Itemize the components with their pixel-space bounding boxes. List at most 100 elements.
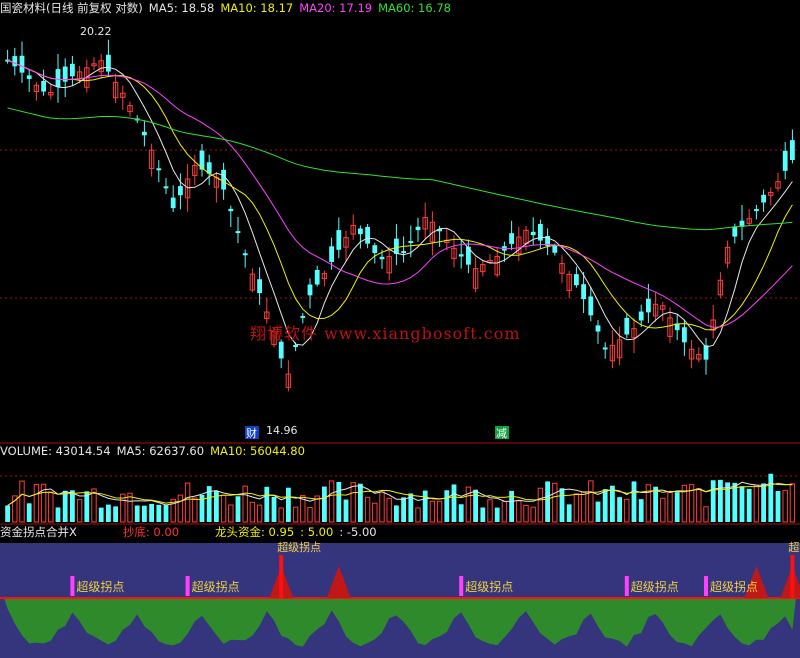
volume-bar-up — [184, 482, 191, 523]
candle-body-down — [588, 296, 594, 316]
candle-body-down — [55, 69, 61, 88]
candle-body-down — [458, 254, 464, 257]
top-signal-spike — [790, 555, 795, 598]
candle-body-down — [761, 194, 766, 203]
volume-bar-up — [76, 499, 83, 523]
volume-bar-down — [343, 499, 349, 522]
volume-bar-up — [48, 491, 54, 523]
low-mark-text: 财 — [246, 426, 257, 440]
ma5-line — [7, 59, 793, 348]
volume-bar-up — [667, 491, 673, 523]
volume-bar-down — [768, 473, 774, 522]
ma10-line — [7, 59, 793, 331]
volume-bar-up — [91, 488, 97, 523]
signal-label: 超级拐点 — [710, 579, 758, 594]
candle-body-down — [329, 246, 334, 262]
volume-bar-up — [516, 500, 522, 523]
candle-body-down — [257, 279, 262, 294]
candle-body-down — [365, 226, 370, 244]
mid-mark-text: 减 — [496, 427, 507, 440]
volume-bar-up — [249, 501, 256, 523]
candle-body-down — [415, 226, 421, 231]
volume-bar-down — [70, 490, 75, 522]
candle-body-down — [530, 231, 536, 236]
volume-bar-up — [501, 501, 508, 523]
volume-bar-up — [328, 480, 335, 523]
volume-bar-up — [523, 504, 529, 523]
candle-body-down — [581, 284, 586, 300]
candle-body-down — [372, 245, 378, 254]
signal-bar — [704, 576, 708, 596]
candle-body-down — [300, 315, 306, 318]
volume-bar-down — [156, 504, 162, 522]
candle-body-down — [142, 131, 147, 136]
candle-body-down — [307, 284, 313, 296]
moving-averages — [7, 59, 793, 348]
volume-bar-up — [242, 485, 248, 523]
volume-bar-down — [761, 483, 766, 522]
volume-bar-down — [718, 479, 723, 522]
candle-body-down — [70, 63, 75, 77]
candle-body-down — [732, 226, 738, 237]
candle-body-down — [782, 150, 788, 171]
volume-bars — [5, 473, 796, 523]
volume-bar-down — [149, 503, 154, 522]
volume-bar-up — [278, 507, 284, 523]
candle-body-down — [228, 208, 234, 212]
candle-body-down — [278, 341, 284, 359]
volume-bar-down — [480, 507, 486, 522]
candle-body-down — [394, 238, 399, 254]
candle-body-down — [401, 251, 406, 254]
volume-bar-up — [537, 487, 544, 523]
volume-bar-up — [789, 483, 796, 523]
volume-bar-up — [307, 507, 313, 523]
candle-body-down — [379, 256, 385, 260]
volume-bar-up — [588, 480, 594, 523]
volume-bar-down — [106, 504, 111, 522]
signal-label: 超级拐点 — [465, 579, 513, 594]
volume-bar-down — [617, 497, 622, 522]
watermark: 翔博软件 www.xiangbosoft.com — [250, 324, 521, 343]
volume-bar-up — [465, 486, 472, 523]
volume-bar-down — [286, 487, 291, 522]
volume-bar-down — [610, 485, 615, 522]
volume-bar-down — [271, 496, 277, 522]
candle-body-down — [19, 55, 25, 73]
volume-bar-down — [336, 481, 342, 522]
volume-bar-up — [624, 498, 630, 523]
volume-bar-down — [559, 488, 565, 522]
signal-bar — [459, 576, 464, 596]
volume-bar-up — [292, 506, 299, 523]
candle-body-down — [646, 298, 651, 313]
low-price-label: 14.96 — [266, 424, 298, 437]
signal-label: 超级拐点 — [631, 579, 679, 594]
candle-body-down — [408, 241, 414, 244]
volume-bar-down — [26, 503, 32, 522]
candle-body-down — [790, 140, 795, 160]
volume-bar-up — [379, 491, 385, 523]
candle-body-down — [682, 327, 687, 343]
volume-bar-down — [98, 507, 104, 522]
volume-bar-up — [580, 491, 587, 523]
volume-bar-down — [451, 484, 457, 522]
volume-bar-down — [113, 506, 118, 522]
volume-bar-up — [415, 507, 421, 523]
candle-body-down — [235, 231, 241, 234]
volume-bar-down — [55, 507, 61, 522]
candle-body-down — [170, 197, 176, 209]
signal-label: 超级拐点 — [76, 579, 124, 594]
signal-bar — [624, 576, 629, 596]
volume-bar-down — [602, 489, 608, 522]
volume-bar-down — [458, 504, 464, 522]
top-signal-label: 超级拐点 — [788, 540, 800, 554]
volume-bar-down — [739, 486, 745, 522]
volume-bar-down — [264, 486, 270, 522]
candle-body-down — [163, 186, 169, 189]
candle-body-down — [26, 75, 32, 79]
volume-bar-down — [653, 486, 658, 522]
signal-bar — [70, 576, 75, 596]
volume-bar-up — [364, 496, 371, 523]
candle-body-down — [595, 325, 601, 332]
candle-body-down — [293, 345, 298, 348]
volume-bar-up — [753, 484, 760, 523]
